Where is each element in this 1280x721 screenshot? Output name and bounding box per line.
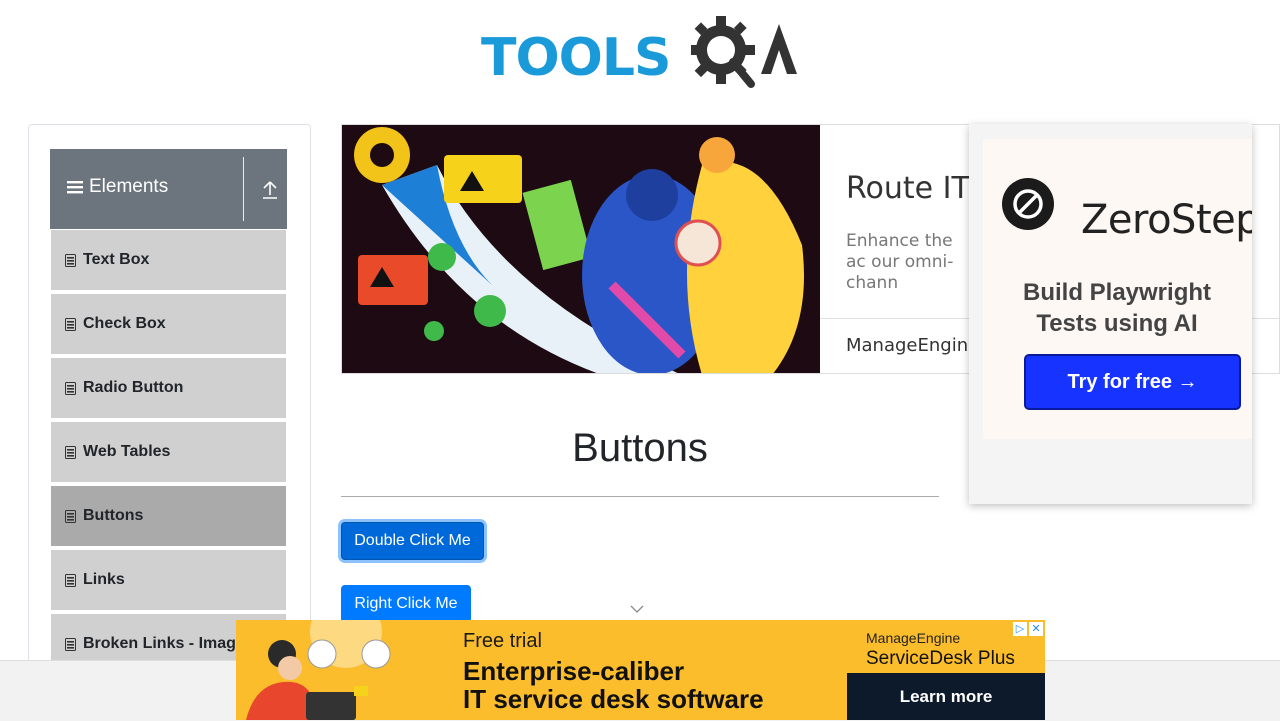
ad-controls: ▷ ✕ bbox=[1013, 622, 1043, 636]
ad-product: ServiceDesk Plus bbox=[866, 648, 1015, 669]
sidebar-item-label: Radio Button bbox=[83, 379, 184, 396]
ad-person-illustration bbox=[246, 620, 391, 720]
ad-line-1: Enterprise-caliber bbox=[463, 656, 685, 686]
sidebar-item-label: Web Tables bbox=[83, 443, 171, 460]
try-for-free-button[interactable]: Try for free → bbox=[1024, 354, 1241, 410]
ad-line-2: IT service desk software bbox=[463, 684, 764, 714]
logo-gear-icon bbox=[691, 16, 797, 88]
zerostep-name: ZeroStep bbox=[1081, 197, 1252, 243]
zerostep-card: ZeroStep Build Playwright Tests using AI… bbox=[983, 139, 1252, 439]
list-icon bbox=[65, 381, 76, 395]
adchoices-icon[interactable]: ▷ bbox=[1013, 622, 1027, 636]
ad-illustration-image bbox=[342, 125, 820, 373]
sidebar-item-radio-button[interactable]: Radio Button bbox=[51, 358, 286, 420]
group-title: Elements bbox=[89, 176, 169, 197]
close-icon[interactable]: ✕ bbox=[1029, 622, 1043, 636]
ad-trial-label: Free trial bbox=[463, 630, 542, 652]
sidebar-item-label: Text Box bbox=[83, 251, 150, 268]
header-divider bbox=[243, 157, 244, 221]
menu-icon bbox=[67, 181, 83, 194]
list-icon bbox=[65, 573, 76, 587]
toolsqa-logo[interactable]: TOOLS bbox=[481, 14, 805, 94]
elements-group-header[interactable]: Elements bbox=[50, 149, 287, 229]
right-click-button[interactable]: Right Click Me bbox=[341, 585, 471, 623]
double-click-button[interactable]: Double Click Me bbox=[341, 522, 484, 560]
zerostep-ad[interactable]: ZeroStep Build Playwright Tests using AI… bbox=[969, 124, 1252, 504]
list-icon bbox=[65, 253, 76, 267]
sidebar-item-buttons[interactable]: Buttons bbox=[51, 486, 286, 548]
ad-brand: ManageEngine bbox=[846, 335, 980, 356]
ad-vendor: ManageEngine bbox=[866, 630, 961, 646]
zerostep-logo-icon bbox=[1002, 178, 1054, 230]
sidebar-item-label: Check Box bbox=[83, 315, 166, 332]
sidebar-item-web-tables[interactable]: Web Tables bbox=[51, 422, 286, 484]
learn-more-button[interactable]: Learn more bbox=[847, 673, 1045, 720]
ad-subtext: Enhance the ac our omni-chann bbox=[846, 231, 954, 293]
sidebar-item-text-box[interactable]: Text Box bbox=[51, 230, 286, 292]
chevron-down-icon[interactable] bbox=[630, 604, 644, 614]
title-divider bbox=[341, 496, 939, 497]
zerostep-tagline: Build Playwright Tests using AI bbox=[1022, 279, 1211, 337]
logo-text: TOOLS bbox=[481, 28, 671, 88]
list-icon bbox=[65, 637, 76, 651]
sidebar-item-label: Links bbox=[83, 571, 125, 588]
page-title: Buttons bbox=[572, 426, 708, 470]
list-icon bbox=[65, 317, 76, 331]
collapse-icon[interactable] bbox=[260, 177, 280, 201]
sidebar-item-check-box[interactable]: Check Box bbox=[51, 294, 286, 356]
bottom-ad-banner[interactable]: Free trial Enterprise-caliber IT service… bbox=[236, 620, 1045, 720]
sidebar-item-label: Broken Links - Imag bbox=[83, 635, 236, 652]
list-icon bbox=[65, 509, 76, 523]
sidebar-item-label: Buttons bbox=[83, 507, 144, 524]
sidebar-item-links[interactable]: Links bbox=[51, 550, 286, 612]
list-icon bbox=[65, 445, 76, 459]
